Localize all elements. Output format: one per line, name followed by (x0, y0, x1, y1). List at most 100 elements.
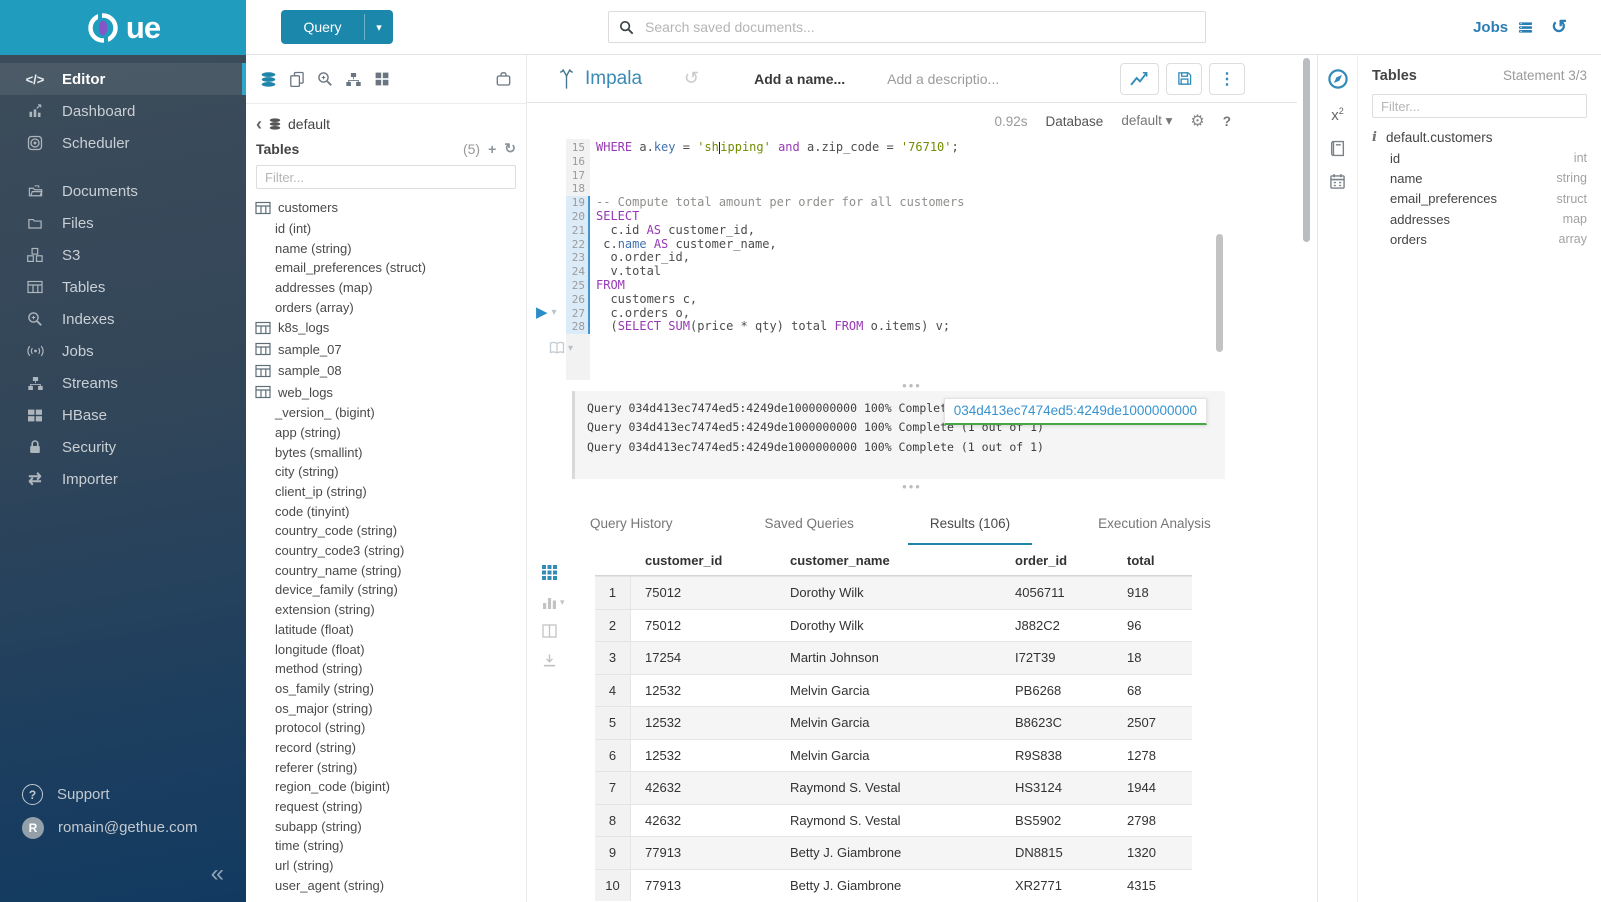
chevron-down-icon[interactable]: ▾ (568, 343, 573, 354)
resize-handle-icon[interactable]: ••• (527, 380, 1297, 391)
column-item[interactable]: country_code (string) (246, 521, 526, 541)
tab-results-106-[interactable]: Results (106) (908, 516, 1032, 545)
download-icon[interactable] (542, 653, 577, 668)
column-item[interactable]: country_name (string) (246, 560, 526, 580)
column-item[interactable]: protocol (string) (246, 718, 526, 738)
assist-filter-input[interactable] (1372, 94, 1587, 118)
hue-logo[interactable]: ue (0, 0, 246, 55)
column-item[interactable]: request (string) (246, 797, 526, 817)
table-item-k8s-logs[interactable]: k8s_logs (246, 317, 526, 339)
page-scrollbar[interactable] (1303, 58, 1310, 242)
column-header-customer-name[interactable]: customer_name (776, 545, 1001, 575)
code-line[interactable]: 28 (SELECT SUM(price * qty) total FROM o… (527, 320, 1297, 334)
column-item[interactable]: extension (string) (246, 600, 526, 620)
table-item-sample-07[interactable]: sample_07 (246, 338, 526, 360)
tab-query-history[interactable]: Query History (584, 516, 679, 545)
chevron-down-icon[interactable]: ▾ (365, 10, 393, 44)
column-item[interactable]: client_ip (string) (246, 482, 526, 502)
column-item[interactable]: user_agent (string) (246, 875, 526, 895)
code-line[interactable]: 23 o.order_id, (527, 251, 1297, 265)
query-history-icon[interactable]: ↺ (1551, 16, 1567, 39)
assist-column-name[interactable]: namestring (1372, 168, 1587, 188)
assist-column-email-preferences[interactable]: email_preferencesstruct (1372, 189, 1587, 209)
compass-icon[interactable] (1327, 68, 1349, 90)
query-name-field[interactable]: Add a name... (754, 71, 845, 87)
table-item-customers[interactable]: customers (246, 197, 526, 219)
search-input[interactable] (643, 18, 1195, 36)
column-item[interactable]: record (string) (246, 738, 526, 758)
database-name[interactable]: default (288, 116, 330, 132)
code-line[interactable]: 19-- Compute total amount per order for … (527, 196, 1297, 210)
chart-button[interactable] (1120, 63, 1159, 95)
column-item[interactable]: code (tinyint) (246, 501, 526, 521)
copy-docs-icon[interactable] (289, 71, 305, 88)
code-line[interactable]: 26 customers c, (527, 293, 1297, 307)
column-item[interactable]: subapp (string) (246, 816, 526, 836)
column-item[interactable]: latitude (float) (246, 620, 526, 640)
code-line[interactable]: 21 c.id AS customer_id, (527, 224, 1297, 238)
sidebar-item-jobs[interactable]: Jobs (0, 335, 246, 367)
table-filter-input[interactable] (256, 165, 516, 189)
grid3-icon[interactable] (542, 565, 577, 580)
column-item[interactable]: app (string) (246, 423, 526, 443)
sidebar-item-streams[interactable]: Streams (0, 367, 246, 399)
tab-saved-queries[interactable]: Saved Queries (759, 516, 860, 545)
sidebar-item-files[interactable]: Files (0, 207, 246, 239)
column-item[interactable]: device_family (string) (246, 580, 526, 600)
presentation-mode-button[interactable]: ▾ (549, 341, 573, 355)
database-icon[interactable] (260, 71, 277, 88)
sidebar-item-hbase[interactable]: HBase (0, 399, 246, 431)
sidebar-item-tables[interactable]: Tables (0, 271, 246, 303)
code-line[interactable]: 15WHERE a.key = 'shipping' and a.zip_cod… (527, 141, 1297, 155)
grid-blocks-icon[interactable] (374, 71, 390, 87)
column-item[interactable]: bytes (smallint) (246, 442, 526, 462)
table-item-web-logs[interactable]: web_logs (246, 381, 526, 403)
more-actions-button[interactable]: ⋮ (1209, 63, 1245, 95)
book-icon[interactable] (1329, 140, 1346, 157)
columns-split-icon[interactable] (542, 624, 577, 638)
save-button[interactable] (1166, 63, 1202, 95)
column-item[interactable]: os_major (string) (246, 698, 526, 718)
column-item[interactable]: time (string) (246, 836, 526, 856)
editor-history-icon[interactable]: ↺ (684, 68, 699, 89)
column-item[interactable]: country_code3 (string) (246, 541, 526, 561)
editor-scrollbar[interactable] (1216, 234, 1223, 352)
bag-icon[interactable] (495, 71, 512, 87)
add-table-icon[interactable]: + (488, 141, 496, 157)
chevron-left-icon[interactable]: ‹ (256, 117, 262, 131)
database-select[interactable]: default ▾ (1121, 113, 1172, 129)
chevron-down-icon[interactable]: ▾ (552, 307, 557, 318)
table-item-sample-08[interactable]: sample_08 (246, 360, 526, 382)
code-line[interactable]: 27 c.orders o, (527, 307, 1297, 321)
superscript-icon[interactable]: x2 (1331, 106, 1344, 124)
sidebar-item-dashboard[interactable]: Dashboard (0, 95, 246, 127)
new-query-button[interactable]: Query ▾ (281, 10, 393, 44)
column-header-order-id[interactable]: order_id (1001, 545, 1113, 575)
run-query-button[interactable]: ▶ ▾ (536, 305, 557, 320)
assist-column-orders[interactable]: ordersarray (1372, 229, 1587, 249)
assist-column-addresses[interactable]: addressesmap (1372, 209, 1587, 229)
column-item[interactable]: longitude (float) (246, 639, 526, 659)
column-item[interactable]: id (int) (246, 219, 526, 239)
help-icon[interactable]: ? (1223, 114, 1231, 129)
sidebar-item-scheduler[interactable]: Scheduler (0, 127, 246, 159)
column-item[interactable]: url (string) (246, 856, 526, 876)
calendar-icon[interactable] (1329, 173, 1346, 190)
code-line[interactable]: 22 c.name AS customer_name, (527, 238, 1297, 252)
column-item[interactable]: city (string) (246, 462, 526, 482)
sidebar-item-editor[interactable]: </>Editor (0, 63, 246, 95)
column-item[interactable]: referer (string) (246, 757, 526, 777)
column-item[interactable]: name (string) (246, 238, 526, 258)
sidebar-item-indexes[interactable]: Indexes (0, 303, 246, 335)
code-line[interactable]: 25FROM (527, 279, 1297, 293)
refresh-icon[interactable]: ↻ (504, 140, 516, 157)
column-header-customer-id[interactable]: customer_id (631, 545, 776, 575)
tab-execution-analysis[interactable]: Execution Analysis (1092, 516, 1217, 545)
collapse-sidebar-icon[interactable]: « (211, 860, 224, 888)
sidebar-item-support[interactable]: ? Support (0, 778, 246, 811)
column-item[interactable]: os_family (string) (246, 679, 526, 699)
sitemap-icon[interactable] (345, 72, 362, 87)
sidebar-item-user[interactable]: R romain@gethue.com (0, 811, 246, 844)
code-editor[interactable]: 15WHERE a.key = 'shipping' and a.zip_cod… (527, 139, 1297, 380)
column-item[interactable]: _version_ (bigint) (246, 403, 526, 423)
